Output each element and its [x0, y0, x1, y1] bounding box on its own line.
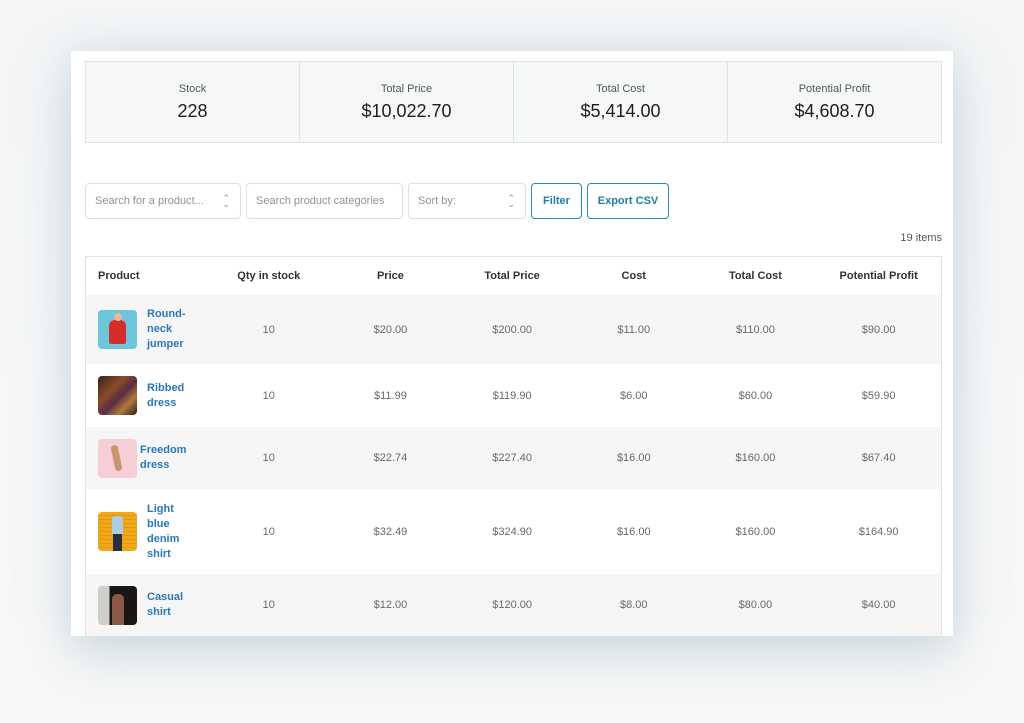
summary-bar: Stock 228 Total Price $10,022.70 Total C… [85, 61, 942, 143]
qty-cell: 10 [262, 525, 275, 538]
profit-cell: $59.90 [861, 389, 896, 402]
total-cost-cell: $110.00 [735, 323, 775, 336]
summary-stock: Stock 228 [86, 62, 300, 142]
stock-report-card: Stock 228 Total Price $10,022.70 Total C… [71, 51, 953, 636]
summary-value: $4,608.70 [794, 100, 875, 121]
total-price-cell: $120.00 [492, 599, 532, 611]
product-link[interactable]: Round-neck jumper [147, 307, 189, 352]
category-search-input[interactable]: Search product categories [246, 183, 403, 219]
stock-table: Product Qty in stock Price Total Price C… [85, 256, 942, 636]
summary-value: 228 [177, 100, 208, 121]
product-search-placeholder: Search for a product... [95, 195, 204, 207]
cost-cell: $16.00 [616, 525, 651, 538]
profit-cell: $40.00 [861, 599, 896, 611]
total-price-cell: $227.40 [492, 452, 532, 464]
total-cost-cell: $160.00 [735, 452, 776, 464]
sort-by-label: Sort by: [418, 195, 456, 207]
column-header-total-price[interactable]: Total Price [451, 257, 573, 295]
product-search-select[interactable]: Search for a product... ⌃ ⌄ [85, 183, 241, 219]
cost-cell: $16.00 [616, 452, 651, 464]
total-price-cell: $324.90 [492, 525, 532, 538]
summary-total-price: Total Price $10,022.70 [300, 62, 514, 142]
qty-cell: 10 [262, 323, 275, 336]
item-count: 19 items [900, 232, 942, 244]
summary-value: $5,414.00 [580, 100, 661, 121]
product-link[interactable]: Freedom dress [140, 443, 200, 473]
qty-cell: 10 [262, 389, 275, 402]
red-jumper-photo-icon [98, 310, 137, 349]
table-header-row: Product Qty in stock Price Total Price C… [86, 257, 941, 295]
cost-cell: $6.00 [620, 389, 648, 402]
summary-label: Potential Profit [798, 82, 871, 95]
category-search-placeholder: Search product categories [256, 195, 385, 207]
total-price-cell: $200.00 [492, 323, 532, 336]
denim-shirt-photo-icon [98, 512, 137, 551]
table-row: Round-neck jumper 10 $20.00 $200.00 $11.… [86, 295, 941, 364]
summary-label: Stock [178, 82, 207, 95]
column-header-cost[interactable]: Cost [572, 257, 695, 295]
summary-label: Total Cost [596, 82, 645, 95]
product-link[interactable]: Ribbed dress [147, 381, 189, 411]
price-cell: $22.74 [373, 452, 408, 464]
filter-toolbar: Search for a product... ⌃ ⌄ Search produc… [85, 183, 669, 219]
total-cost-cell: $60.00 [738, 389, 773, 402]
total-price-cell: $119.90 [492, 389, 532, 402]
summary-label: Total Price [380, 82, 433, 95]
table-row: Casual shirt 10 $12.00 $120.00 $8.00 $80… [86, 574, 941, 636]
column-header-qty[interactable]: Qty in stock [207, 257, 330, 295]
price-cell: $32.49 [373, 525, 408, 538]
column-header-potential-profit[interactable]: Potential Profit [816, 257, 941, 295]
ribbed-dress-photo-icon [98, 376, 137, 415]
summary-potential-profit: Potential Profit $4,608.70 [728, 62, 941, 142]
sort-by-select[interactable]: Sort by: ⌃ ⌄ [408, 183, 526, 219]
summary-total-cost: Total Cost $5,414.00 [514, 62, 728, 142]
casual-shirt-photo-icon [98, 585, 137, 625]
chevron-updown-icon: ⌃ ⌄ [507, 193, 515, 209]
table-row: Freedom dress 10 $22.74 $227.40 $16.00 $… [86, 427, 941, 489]
table-row: Light blue denim shirt 10 $32.49 $324.90… [86, 489, 941, 574]
chevron-updown-icon: ⌃ ⌄ [222, 193, 230, 209]
qty-cell: 10 [262, 599, 275, 611]
cost-cell: $8.00 [620, 599, 648, 611]
price-cell: $12.00 [373, 599, 408, 611]
product-link[interactable]: Light blue denim shirt [147, 502, 189, 562]
column-header-price[interactable]: Price [329, 257, 452, 295]
qty-cell: 10 [262, 452, 275, 464]
export-csv-button[interactable]: Export CSV [587, 183, 669, 219]
product-link[interactable]: Casual shirt [147, 590, 189, 620]
summary-value: $10,022.70 [361, 100, 452, 121]
price-cell: $20.00 [373, 323, 408, 336]
freedom-dress-photo-icon [98, 438, 137, 478]
cost-cell: $11.00 [617, 323, 651, 336]
column-header-total-cost[interactable]: Total Cost [694, 257, 817, 295]
column-header-product[interactable]: Product [86, 257, 208, 295]
profit-cell: $90.00 [861, 323, 896, 336]
price-cell: $11.99 [374, 389, 407, 402]
table-row: Ribbed dress 10 $11.99 $119.90 $6.00 $60… [86, 364, 941, 427]
profit-cell: $67.40 [861, 452, 896, 464]
filter-button[interactable]: Filter [531, 183, 582, 219]
total-cost-cell: $80.00 [738, 599, 773, 611]
profit-cell: $164.90 [858, 525, 899, 538]
total-cost-cell: $160.00 [735, 525, 776, 538]
